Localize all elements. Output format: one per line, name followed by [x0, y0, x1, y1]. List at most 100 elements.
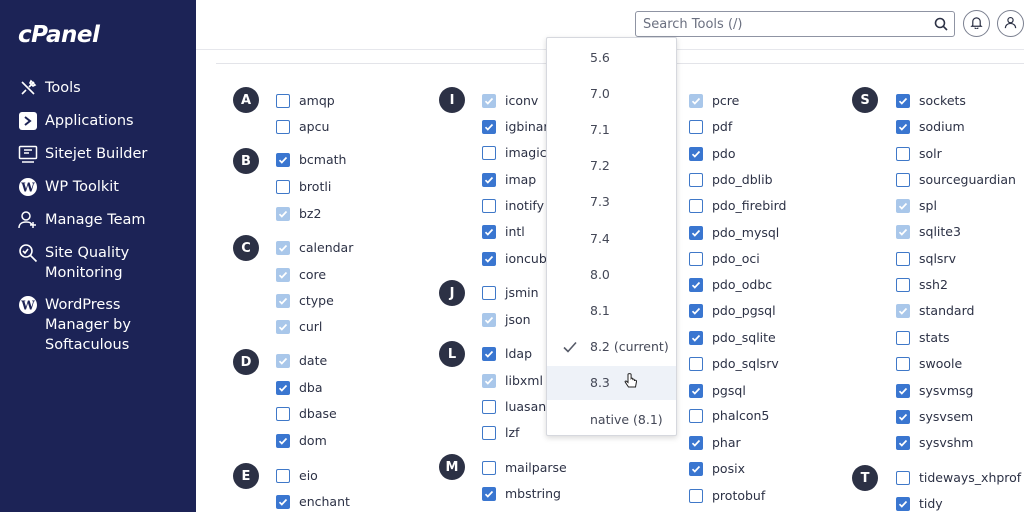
extension-item[interactable]: imap	[482, 172, 536, 187]
extension-checkbox[interactable]	[276, 468, 290, 483]
extension-item[interactable]: core	[276, 267, 326, 282]
extension-item[interactable]: dbase	[276, 406, 337, 421]
php-version-dropdown[interactable]: 5.6 7.0 7.1 7.2 7.3 7.4 8.0 8.1 8.2 (current) 8.3…	[546, 37, 677, 436]
extension-checkbox[interactable]	[896, 383, 910, 398]
extension-item[interactable]: json	[482, 312, 531, 327]
search-input[interactable]	[643, 16, 928, 32]
extension-checkbox[interactable]	[482, 198, 496, 213]
extension-checkbox[interactable]	[482, 172, 496, 187]
extension-item[interactable]: tideways_xhprof	[896, 470, 1021, 485]
extension-checkbox[interactable]	[482, 285, 496, 300]
extension-item[interactable]: pcre	[689, 93, 739, 108]
extension-item[interactable]: apcu	[276, 119, 329, 134]
sidebar-item-wordpress-manager[interactable]: W WordPress Manager by Softaculous	[18, 295, 131, 355]
extension-item[interactable]: pdo_dblib	[689, 172, 773, 187]
extension-item[interactable]: jsmin	[482, 285, 539, 300]
extension-item[interactable]: enchant	[276, 494, 350, 509]
extension-item[interactable]: sysvshm	[896, 435, 973, 450]
extension-item[interactable]: inotify	[482, 198, 544, 213]
extension-checkbox[interactable]	[276, 93, 290, 108]
version-option[interactable]: 8.2 (current)	[547, 330, 676, 364]
extension-checkbox[interactable]	[896, 435, 910, 450]
extension-item[interactable]: mbstring	[482, 486, 561, 501]
version-option[interactable]: native (8.1)	[547, 402, 676, 436]
extension-item[interactable]: ldap	[482, 346, 532, 361]
version-option[interactable]: 5.6	[547, 40, 676, 74]
extension-checkbox[interactable]	[482, 251, 496, 266]
extension-checkbox[interactable]	[689, 251, 703, 266]
extension-item[interactable]: libxml	[482, 373, 543, 388]
extension-item[interactable]: iconv	[482, 93, 538, 108]
extension-checkbox[interactable]	[896, 119, 910, 134]
sidebar-item-site-quality-monitoring[interactable]: Site Quality Monitoring	[18, 243, 129, 283]
extension-checkbox[interactable]	[276, 433, 290, 448]
extension-checkbox[interactable]	[896, 93, 910, 108]
version-option[interactable]: 7.4	[547, 221, 676, 255]
extension-checkbox[interactable]	[689, 383, 703, 398]
version-option[interactable]: 7.1	[547, 112, 676, 146]
extension-checkbox[interactable]	[896, 277, 910, 292]
extension-item[interactable]: intl	[482, 224, 525, 239]
extension-item[interactable]: mailparse	[482, 460, 567, 475]
sidebar-item-applications[interactable]: Applications	[18, 111, 134, 131]
extension-checkbox[interactable]	[689, 146, 703, 161]
extension-item[interactable]: tidy	[896, 496, 943, 511]
extension-checkbox[interactable]	[482, 119, 496, 134]
version-option[interactable]: 7.0	[547, 76, 676, 110]
extension-item[interactable]: date	[276, 353, 327, 368]
extension-checkbox[interactable]	[896, 470, 910, 485]
cpanel-logo[interactable]: cPanel	[18, 22, 100, 48]
extension-item[interactable]: protobuf	[689, 488, 765, 503]
extension-item[interactable]: ssh2	[896, 277, 948, 292]
extension-item[interactable]: pdo_odbc	[689, 277, 772, 292]
extension-checkbox[interactable]	[689, 461, 703, 476]
extension-checkbox[interactable]	[896, 496, 910, 511]
extension-checkbox[interactable]	[689, 303, 703, 318]
extension-item[interactable]: standard	[896, 303, 974, 318]
extension-item[interactable]: posix	[689, 461, 745, 476]
extension-item[interactable]: sysvsem	[896, 409, 973, 424]
extension-item[interactable]: pdo_firebird	[689, 198, 786, 213]
extension-item[interactable]: imagick	[482, 145, 554, 160]
extension-item[interactable]: pdf	[689, 119, 732, 134]
extension-checkbox[interactable]	[689, 198, 703, 213]
sidebar-item-manage-team[interactable]: Manage Team	[18, 210, 146, 230]
version-option[interactable]: 7.3	[547, 185, 676, 219]
extension-item[interactable]: bcmath	[276, 152, 346, 167]
extension-checkbox[interactable]	[689, 172, 703, 187]
extension-item[interactable]: pdo_sqlite	[689, 330, 776, 345]
extension-checkbox[interactable]	[896, 172, 910, 187]
sidebar-item-sitejet-builder[interactable]: Sitejet Builder	[18, 144, 147, 164]
extension-checkbox[interactable]	[482, 224, 496, 239]
extension-item[interactable]: stats	[896, 330, 950, 345]
extension-item[interactable]: sqlsrv	[896, 251, 956, 266]
extension-checkbox[interactable]	[896, 356, 910, 371]
extension-checkbox[interactable]	[689, 488, 703, 503]
version-option[interactable]: 8.3	[547, 365, 676, 400]
extension-checkbox[interactable]	[689, 119, 703, 134]
extension-checkbox[interactable]	[689, 277, 703, 292]
extension-item[interactable]: curl	[276, 319, 322, 334]
extension-checkbox[interactable]	[276, 406, 290, 421]
extension-item[interactable]: brotli	[276, 179, 331, 194]
extension-checkbox[interactable]	[689, 356, 703, 371]
extension-checkbox[interactable]	[276, 179, 290, 194]
extension-checkbox[interactable]	[689, 330, 703, 345]
extension-checkbox[interactable]	[482, 486, 496, 501]
extension-item[interactable]: igbinary	[482, 119, 556, 134]
extension-checkbox[interactable]	[689, 225, 703, 240]
extension-checkbox[interactable]	[482, 346, 496, 361]
extension-checkbox[interactable]	[896, 251, 910, 266]
extension-checkbox[interactable]	[689, 408, 703, 423]
extension-item[interactable]: sourceguardian	[896, 172, 1016, 187]
extension-item[interactable]: pdo_sqlsrv	[689, 356, 779, 371]
extension-item[interactable]: pgsql	[689, 383, 746, 398]
extension-item[interactable]: dba	[276, 380, 323, 395]
extension-checkbox[interactable]	[689, 435, 703, 450]
extension-checkbox[interactable]	[482, 145, 496, 160]
extension-checkbox[interactable]	[276, 152, 290, 167]
extension-item[interactable]: sockets	[896, 93, 966, 108]
extension-checkbox[interactable]	[276, 380, 290, 395]
sidebar-item-wp-toolkit[interactable]: W WP Toolkit	[18, 177, 119, 197]
extension-item[interactable]: pdo	[689, 146, 736, 161]
